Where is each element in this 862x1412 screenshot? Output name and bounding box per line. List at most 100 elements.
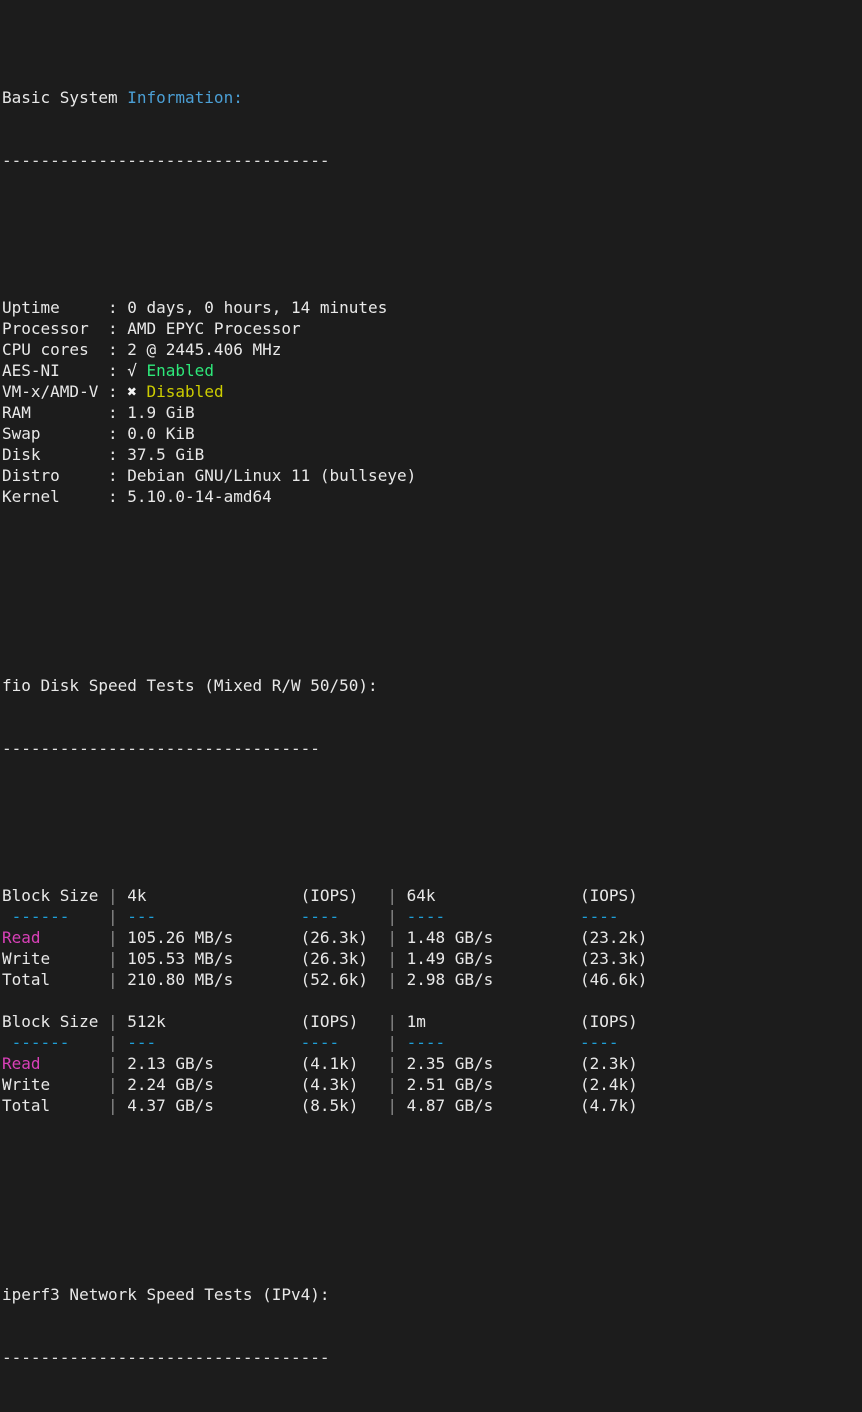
fio-dash-row: ------ | --- ---- | ---- ---- [2, 1032, 862, 1053]
fio-row-iops-2: (2.3k) [579, 1054, 667, 1073]
system-row-label: Disk [2, 445, 108, 464]
fio-header-label: Block Size [2, 1012, 108, 1031]
column-separator: | [107, 1096, 128, 1115]
fio-row-label: Total [2, 1096, 108, 1115]
system-heading-accent: Information: [127, 88, 243, 107]
system-row-label: VM-x/AMD-V [2, 382, 108, 401]
fio-heading: fio Disk Speed Tests (Mixed R/W 50/50): [2, 676, 378, 695]
fio-tables: Block Size | 4k (IOPS) | 64k (IOPS) ----… [2, 885, 862, 1116]
column-separator: | [107, 949, 128, 968]
system-row-gap [137, 361, 147, 380]
system-row-separator: : [107, 466, 128, 485]
system-row-value: 0.0 KiB [127, 424, 195, 443]
fio-row-value-2: 1.49 GB/s [406, 949, 580, 968]
fio-header-col2-iops: (IOPS) [579, 1012, 667, 1031]
column-separator: | [387, 1033, 407, 1052]
fio-row-iops-2: (23.2k) [579, 928, 667, 947]
system-row-separator: : [107, 403, 128, 422]
fio-row-label: Write [2, 1075, 108, 1094]
fio-table-row: Total | 210.80 MB/s (52.6k) | 2.98 GB/s … [2, 969, 862, 990]
system-row-value: 0 days, 0 hours, 14 minutes [127, 298, 388, 317]
column-separator: | [387, 1012, 407, 1031]
column-separator: | [107, 1033, 128, 1052]
fio-row-iops-1: (26.3k) [300, 928, 388, 947]
fio-row-label: Total [2, 970, 108, 989]
fio-heading-rule: --------------------------------- [2, 739, 320, 758]
fio-row-iops-2: (46.6k) [579, 970, 667, 989]
fio-dash-label: ------ [2, 907, 108, 926]
system-row-separator: : [107, 361, 128, 380]
system-info-list: Uptime : 0 days, 0 hours, 14 minutes Proc… [2, 297, 862, 507]
system-row-value: Disabled [146, 382, 224, 401]
fio-dash-col2-size: ---- [406, 1033, 580, 1052]
system-row-label: AES-NI [2, 361, 108, 380]
fio-row-iops-2: (2.4k) [579, 1075, 667, 1094]
fio-header-row: Block Size | 4k (IOPS) | 64k (IOPS) [2, 885, 862, 906]
column-separator: | [387, 1075, 407, 1094]
system-row-separator: : [107, 298, 128, 317]
fio-header-col1-size: 512k [127, 1012, 301, 1031]
iperf-heading-rule: ---------------------------------- [2, 1348, 330, 1367]
fio-header-label: Block Size [2, 886, 108, 905]
system-info-row: RAM : 1.9 GiB [2, 402, 862, 423]
fio-row-iops-2: (23.3k) [579, 949, 667, 968]
system-row-label: Uptime [2, 298, 108, 317]
fio-dash-label: ------ [2, 1033, 108, 1052]
system-info-row: VM-x/AMD-V : ✖ Disabled [2, 381, 862, 402]
system-row-value: 5.10.0-14-amd64 [127, 487, 272, 506]
system-row-label: Kernel [2, 487, 108, 506]
fio-row-value-2: 2.35 GB/s [406, 1054, 580, 1073]
fio-row-label: Read [2, 928, 108, 947]
system-info-row: Distro : Debian GNU/Linux 11 (bullseye) [2, 465, 862, 486]
fio-header-col2-iops: (IOPS) [579, 886, 667, 905]
fio-row-iops-1: (26.3k) [300, 949, 388, 968]
system-row-value: 2 @ 2445.406 MHz [127, 340, 282, 359]
fio-row-value-1: 105.53 MB/s [127, 949, 301, 968]
column-separator: | [387, 886, 407, 905]
fio-row-iops-2: (4.7k) [579, 1096, 667, 1115]
fio-row-iops-1: (4.3k) [300, 1075, 388, 1094]
column-separator: | [387, 1096, 407, 1115]
system-row-value: 1.9 GiB [127, 403, 195, 422]
system-info-row: Swap : 0.0 KiB [2, 423, 862, 444]
fio-table-row: Read | 105.26 MB/s (26.3k) | 1.48 GB/s (… [2, 927, 862, 948]
column-separator: | [107, 1012, 128, 1031]
system-row-value: Enabled [146, 361, 214, 380]
fio-header-col1-iops: (IOPS) [300, 886, 388, 905]
column-separator: | [107, 1054, 128, 1073]
fio-dash-col2-size: ---- [406, 907, 580, 926]
cross-icon: ✖ [127, 382, 137, 401]
system-info-row: CPU cores : 2 @ 2445.406 MHz [2, 339, 862, 360]
iperf-heading: iperf3 Network Speed Tests (IPv4): [2, 1285, 330, 1304]
fio-row-value-2: 1.48 GB/s [406, 928, 580, 947]
fio-row-iops-1: (52.6k) [300, 970, 388, 989]
system-row-separator: : [107, 319, 128, 338]
system-row-label: Swap [2, 424, 108, 443]
system-info-row: Uptime : 0 days, 0 hours, 14 minutes [2, 297, 862, 318]
system-heading-prefix: Basic System [2, 88, 128, 107]
column-separator: | [107, 907, 128, 926]
system-row-separator: : [107, 424, 128, 443]
column-separator: | [387, 949, 407, 968]
fio-table-row: Write | 105.53 MB/s (26.3k) | 1.49 GB/s … [2, 948, 862, 969]
system-row-separator: : [107, 445, 128, 464]
terminal-output: Basic System Information: --------------… [0, 0, 862, 1412]
fio-header-col1-iops: (IOPS) [300, 1012, 388, 1031]
fio-dash-col2-iops: ---- [579, 1033, 667, 1052]
column-separator: | [387, 1054, 407, 1073]
column-separator: | [107, 886, 128, 905]
system-heading-rule: ---------------------------------- [2, 151, 330, 170]
column-separator: | [387, 928, 407, 947]
fio-header-col1-size: 4k [127, 886, 301, 905]
fio-row-iops-1: (8.5k) [300, 1096, 388, 1115]
fio-header-row: Block Size | 512k (IOPS) | 1m (IOPS) [2, 1011, 862, 1032]
system-row-label: CPU cores [2, 340, 108, 359]
fio-row-value-2: 2.98 GB/s [406, 970, 580, 989]
fio-row-iops-1: (4.1k) [300, 1054, 388, 1073]
fio-row-value-1: 4.37 GB/s [127, 1096, 301, 1115]
